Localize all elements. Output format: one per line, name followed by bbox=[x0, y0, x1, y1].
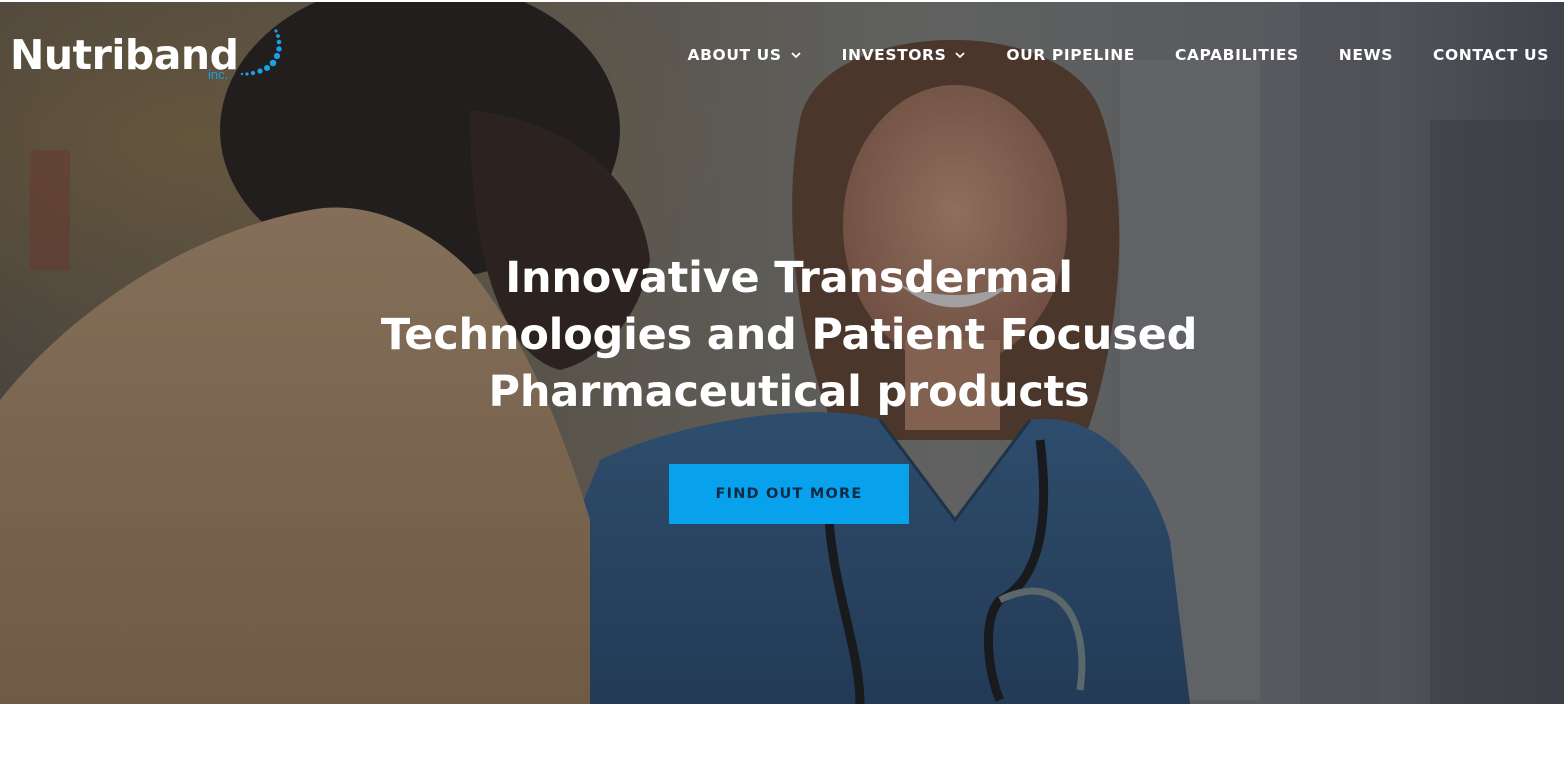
nav-item-capabilities[interactable]: CAPABILITIES bbox=[1175, 46, 1299, 64]
nav-item-investors[interactable]: INVESTORS bbox=[842, 46, 967, 64]
nav-item-label: CONTACT US bbox=[1433, 46, 1549, 64]
chevron-down-icon bbox=[790, 52, 801, 59]
top-border bbox=[0, 0, 1564, 2]
logo-wordmark: Nutriband bbox=[10, 31, 239, 79]
headline-line: Innovative Transdermal bbox=[505, 253, 1073, 303]
nav-item-about-us[interactable]: ABOUT US bbox=[688, 46, 802, 64]
nav-item-our-pipeline[interactable]: OUR PIPELINE bbox=[1006, 46, 1135, 64]
nav-item-contact-us[interactable]: CONTACT US bbox=[1433, 46, 1549, 64]
nav-item-label: OUR PIPELINE bbox=[1006, 46, 1135, 64]
nav-item-news[interactable]: NEWS bbox=[1339, 46, 1393, 64]
nav-item-label: INVESTORS bbox=[841, 46, 947, 64]
nutriband-logo[interactable]: Nutriband inc. bbox=[10, 28, 290, 88]
find-out-more-button[interactable]: FIND OUT MORE bbox=[669, 464, 909, 524]
nav-item-label: ABOUT US bbox=[687, 46, 782, 64]
logo-inc-suffix: inc. bbox=[208, 67, 229, 82]
nav-item-label: NEWS bbox=[1338, 46, 1394, 64]
headline-line: Technologies and Patient Focused bbox=[380, 310, 1198, 360]
chevron-down-icon bbox=[955, 52, 966, 59]
main-navigation: ABOUT US INVESTORS OUR PIPELINE CAPABILI… bbox=[688, 40, 1549, 70]
headline-line: Pharmaceutical products bbox=[488, 367, 1090, 417]
logo-dot-arc-icon bbox=[240, 29, 282, 76]
hero-headline: Innovative Transdermal Technologies and … bbox=[332, 250, 1246, 421]
page: Nutriband inc. ABOUT US INVESTORS OUR PI… bbox=[0, 0, 1564, 781]
nav-item-label: CAPABILITIES bbox=[1174, 46, 1299, 64]
hero-section: Nutriband inc. ABOUT US INVESTORS OUR PI… bbox=[0, 0, 1564, 704]
